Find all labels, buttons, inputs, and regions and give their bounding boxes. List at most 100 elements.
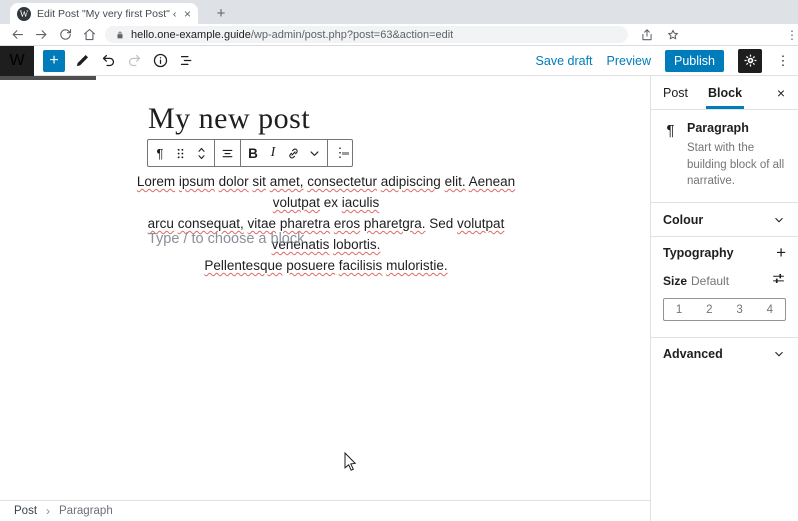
word: posuere [286,258,336,273]
move-block-button[interactable] [191,140,212,166]
editor-canvas: My new post ¶ B I ⋮ Lorem ipsum dolor si… [0,76,650,500]
block-card: ¶ Paragraph Start with the building bloc… [651,110,798,204]
word: facilisis [338,258,383,273]
browser-tabstrip: W Edit Post "My very first Post" ‹ on × … [0,0,798,24]
post-title-input[interactable]: My new post [148,102,310,136]
breadcrumb-item-paragraph[interactable]: Paragraph [59,505,113,517]
address-bar[interactable]: hello.one-example.guide/wp-admin/post.ph… [105,26,628,43]
font-size-segmented: 1234 [663,298,786,322]
font-size-value: Default [691,274,730,289]
word: Aenean [468,174,516,189]
tab-block[interactable]: Block [698,76,752,109]
tools-button[interactable] [71,50,93,72]
editor-header: W + Save draft Preview Publish ⋮ [0,45,798,76]
word: elit. [444,174,466,189]
more-formats-button[interactable] [304,140,325,166]
word: ipsum [178,174,215,189]
word: muloristie. [386,258,448,273]
word: sit [252,174,266,189]
forward-icon[interactable] [34,27,49,42]
close-icon[interactable]: × [772,84,790,102]
paragraph-block[interactable]: Lorem ipsum dolor sit amet, consectetur … [130,171,522,276]
drag-handle[interactable] [170,140,191,166]
chevron-down-icon [307,146,322,161]
word: pharetra [279,216,331,231]
list-view-icon [178,52,195,69]
home-icon[interactable] [82,27,97,42]
publish-button[interactable]: Publish [665,49,724,72]
text-caret-fragment [342,152,349,155]
tab-post[interactable]: Post [653,76,698,109]
font-size-option-1[interactable]: 1 [664,299,694,320]
list-view-button[interactable] [175,50,197,72]
font-size-option-2[interactable]: 2 [694,299,724,320]
font-size-option-4[interactable]: 4 [755,299,785,320]
settings-toggle-button[interactable] [738,48,762,73]
breadcrumb-separator: › [46,504,51,518]
word: volutpat [457,216,505,231]
info-icon [152,52,169,69]
chevron-down-icon [772,347,786,361]
block-toolbar: ¶ B I ⋮ [147,139,353,167]
block-inserter-button[interactable]: + [43,49,65,72]
block-card-description: Start with the building block of all nar… [687,142,785,188]
panel-typography: Typography + [651,236,798,269]
sidebar-tabs: Post Block × [651,76,798,110]
word: iaculis [341,195,380,210]
chevron-down-icon [772,213,786,227]
block-card-title: Paragraph [687,121,749,135]
tab-close-icon[interactable]: × [184,8,191,20]
typography-options-button[interactable]: + [776,243,786,263]
typography-body: Size Default 1234 [651,269,798,337]
back-icon[interactable] [10,27,25,42]
italic-button[interactable]: I [263,140,283,166]
pencil-icon [74,52,91,69]
paragraph-line: Lorem ipsum dolor sit amet, consectetur … [130,171,522,213]
word: adipiscing [380,174,441,189]
redo-button[interactable] [123,50,145,72]
url-text: hello.one-example.guide/wp-admin/post.ph… [131,29,453,41]
link-icon [286,146,301,161]
bold-button[interactable]: B [243,140,263,166]
panel-colour[interactable]: Colour [651,203,798,236]
progress-bar-fragment [0,76,96,80]
font-size-settings-button[interactable] [771,271,786,291]
word: pharetgra. [363,216,426,231]
sliders-icon [771,271,786,286]
panel-advanced-label: Advanced [663,347,723,362]
word: ex [323,195,339,210]
panel-advanced[interactable]: Advanced [651,337,798,370]
new-tab-button[interactable]: + [212,4,230,22]
align-button[interactable] [217,140,238,166]
breadcrumb: Post › Paragraph [0,500,650,521]
share-icon[interactable] [640,28,654,42]
options-kebab-icon[interactable]: ⋮ [776,53,790,69]
browser-tab[interactable]: W Edit Post "My very first Post" ‹ on × [10,3,198,24]
save-draft-button[interactable]: Save draft [536,54,593,68]
word: volutpat [272,195,320,210]
settings-sidebar: Post Block × ¶ Paragraph Start with the … [650,76,798,521]
paragraph-line: Pellentesque posuere facilisis muloristi… [130,255,522,276]
wordpress-logo: W [9,51,25,69]
browser-kebab-icon[interactable]: ⋮ [786,28,798,42]
details-button[interactable] [149,50,171,72]
reload-icon[interactable] [58,27,73,42]
undo-icon [100,52,117,69]
drag-handle-icon [173,146,188,161]
breadcrumb-item-post[interactable]: Post [14,505,37,517]
word: arcu [147,216,174,231]
screen: W Edit Post "My very first Post" ‹ on × … [0,0,798,521]
browser-toolbar: hello.one-example.guide/wp-admin/post.ph… [0,24,798,46]
wordpress-logo-button[interactable]: W [0,45,34,76]
url-path: /wp-admin/post.php?post=63&action=edit [250,28,454,41]
paragraph-block-button[interactable]: ¶ [150,140,170,166]
url-domain: hello.one-example.guide [131,28,251,41]
word: Pellentesque [204,258,283,273]
undo-button[interactable] [97,50,119,72]
word: consequat, [177,216,244,231]
block-appender[interactable]: Type / to choose a block [148,231,304,247]
star-icon[interactable] [666,28,680,42]
preview-button[interactable]: Preview [607,54,651,68]
link-button[interactable] [283,140,304,166]
font-size-option-3[interactable]: 3 [725,299,755,320]
